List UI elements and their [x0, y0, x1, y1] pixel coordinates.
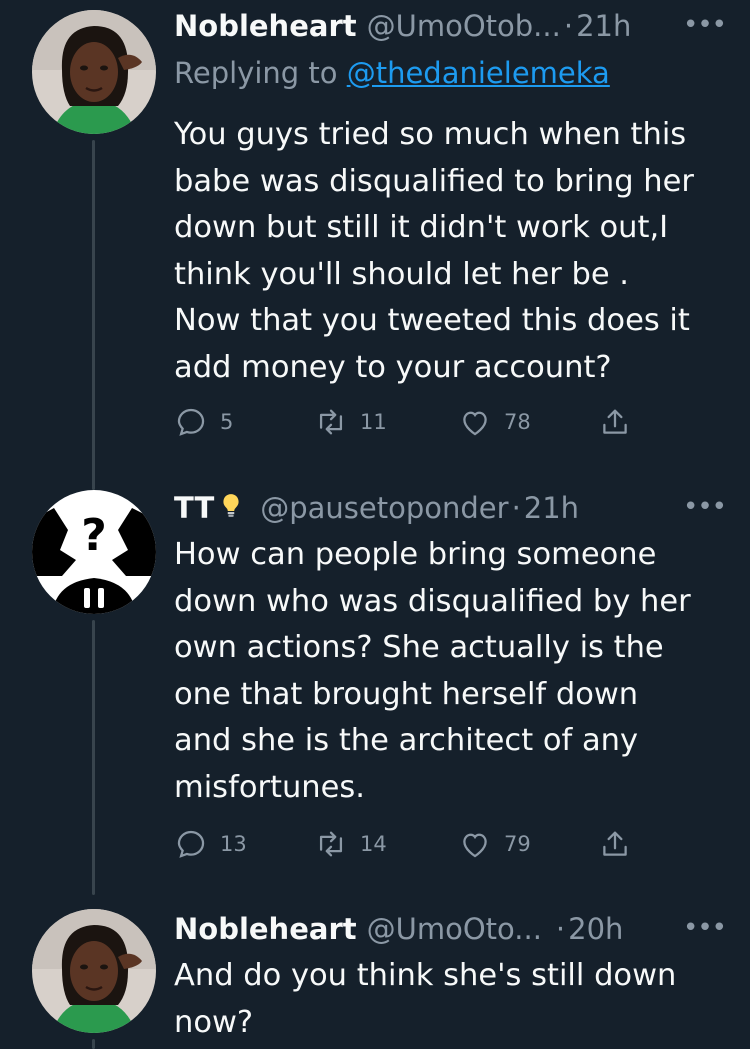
tweet-header: Nobleheart @UmoOtob... · 21h ••• — [174, 4, 730, 48]
replying-label: Replying to — [174, 56, 338, 90]
share-button[interactable] — [598, 827, 632, 861]
tweet-text: You guys tried so much when this babe wa… — [174, 117, 694, 385]
user-handle[interactable]: @pausetoponder — [260, 491, 508, 525]
retweet-icon — [319, 409, 343, 435]
like-count: 79 — [504, 832, 531, 856]
retweet-button[interactable]: 14 — [314, 827, 387, 861]
replying-to-link[interactable]: @thedanielemeka — [347, 56, 610, 90]
tweet-text: How can people bring someone down who wa… — [174, 537, 691, 805]
svg-text:?: ? — [81, 510, 107, 561]
retweet-count: 11 — [360, 410, 387, 434]
display-name[interactable]: Nobleheart — [174, 9, 357, 43]
share-icon — [603, 409, 627, 434]
tweet-text: And do you think she's still down now? — [174, 958, 677, 1040]
user-handle[interactable]: @UmoOto... — [367, 912, 542, 946]
share-button[interactable] — [598, 405, 632, 439]
reply-button[interactable]: 13 — [174, 827, 247, 861]
tweet-header: TT @pausetoponder · 21h ••• — [174, 486, 730, 530]
more-icon[interactable]: ••• — [683, 10, 727, 40]
avatar[interactable] — [32, 909, 156, 1033]
user-handle[interactable]: @UmoOtob... — [367, 9, 561, 43]
thread-line — [92, 620, 95, 895]
retweet-icon — [319, 831, 343, 857]
tweet-1[interactable]: Nobleheart @UmoOtob... · 21h ••• Replyin… — [0, 0, 750, 490]
reply-icon — [177, 408, 205, 436]
timestamp[interactable]: 21h — [576, 9, 631, 43]
replying-to: Replying to @thedanielemeka — [174, 56, 610, 90]
like-icon — [463, 833, 487, 858]
retweet-button[interactable]: 11 — [314, 405, 387, 439]
separator-dot: · — [555, 912, 566, 946]
reply-count: 13 — [220, 832, 247, 856]
like-icon — [463, 411, 487, 436]
thread-line — [92, 1039, 95, 1049]
separator-dot: · — [511, 491, 521, 525]
like-button[interactable]: 78 — [458, 405, 531, 439]
share-icon — [603, 831, 627, 856]
timestamp[interactable]: 21h — [524, 491, 579, 525]
timestamp[interactable]: 20h — [568, 912, 623, 946]
reply-count: 5 — [220, 410, 234, 434]
more-icon[interactable]: ••• — [683, 492, 727, 522]
thread-line — [92, 140, 95, 490]
reply-icon — [177, 830, 205, 858]
more-icon[interactable]: ••• — [683, 913, 727, 943]
avatar[interactable]: ? — [32, 490, 156, 614]
avatar[interactable] — [32, 10, 156, 134]
like-button[interactable]: 79 — [458, 827, 531, 861]
display-name[interactable]: Nobleheart — [174, 912, 357, 946]
lightbulb-icon — [218, 490, 244, 527]
tweet-3[interactable]: Nobleheart @UmoOto... · 20h ••• And do y… — [0, 895, 750, 1049]
display-name[interactable]: TT — [174, 491, 214, 525]
like-count: 78 — [504, 410, 531, 434]
tweet-2[interactable]: ? TT @pausetoponder · 21h ••• How can pe… — [0, 490, 750, 895]
tweet-header: Nobleheart @UmoOto... · 20h ••• — [174, 907, 730, 951]
separator-dot: · — [563, 9, 574, 43]
reply-button[interactable]: 5 — [174, 405, 233, 439]
retweet-count: 14 — [360, 832, 387, 856]
